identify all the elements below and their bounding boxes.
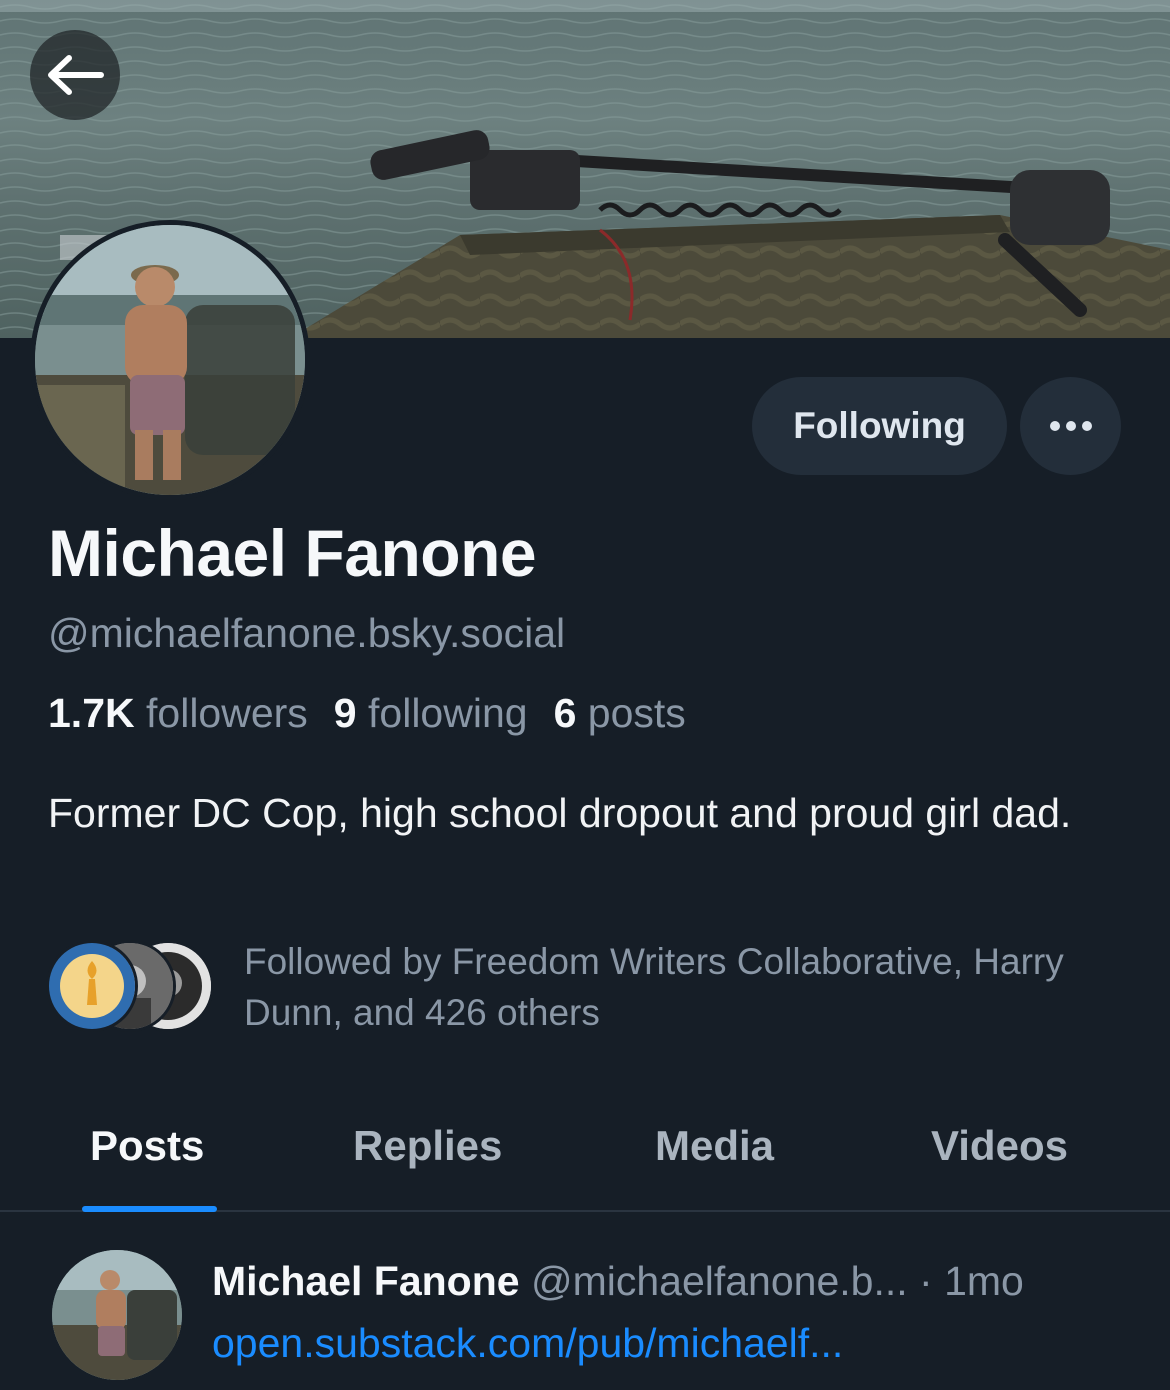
followers-stat[interactable]: 1.7K followers xyxy=(48,690,308,737)
feed-post[interactable]: Michael Fanone @michaelfanone.b... · 1mo… xyxy=(0,1214,1170,1390)
following-stat[interactable]: 9 following xyxy=(334,690,528,737)
profile-handle: @michaelfanone.bsky.social xyxy=(48,610,566,656)
back-button[interactable] xyxy=(30,30,120,120)
post-link[interactable]: open.substack.com/pub/michaelf... xyxy=(212,1320,843,1367)
posts-count: 6 xyxy=(553,690,577,736)
tab-replies[interactable]: Replies xyxy=(353,1122,502,1170)
freedom-writers-avatar xyxy=(46,940,138,1032)
post-avatar-photo xyxy=(52,1250,182,1380)
profile-stats: 1.7K followers 9 following 6 posts xyxy=(48,690,686,737)
following-count: 9 xyxy=(333,690,357,736)
post-author-handle[interactable]: @michaelfanone.b... xyxy=(531,1258,908,1304)
post-timestamp[interactable]: 1mo xyxy=(944,1258,1024,1304)
profile-display-name: Michael Fanone xyxy=(48,516,537,590)
profile-avatar[interactable] xyxy=(30,220,310,500)
tab-posts[interactable]: Posts xyxy=(90,1122,204,1170)
avatar-photo xyxy=(35,225,305,495)
posts-stat: 6 posts xyxy=(554,690,686,737)
following-label: following xyxy=(368,690,528,736)
post-separator: · xyxy=(919,1258,945,1304)
post-author-avatar[interactable] xyxy=(52,1250,182,1380)
more-options-button[interactable] xyxy=(1020,377,1121,475)
followers-count: 1.7K xyxy=(48,690,135,736)
profile-tabs: Posts Replies Media Videos xyxy=(0,1100,1170,1212)
followed-by-text[interactable]: Followed by Freedom Writers Collaborativ… xyxy=(244,936,1124,1038)
arrow-left-icon xyxy=(48,55,104,95)
ellipsis-icon xyxy=(1049,421,1092,431)
following-button[interactable]: Following xyxy=(752,377,1007,475)
tab-videos[interactable]: Videos xyxy=(931,1122,1068,1170)
posts-label: posts xyxy=(587,690,686,736)
tab-media[interactable]: Media xyxy=(655,1122,774,1170)
followed-by-avatars[interactable] xyxy=(46,938,216,1034)
profile-bio: Former DC Cop, high school dropout and p… xyxy=(48,790,1072,836)
post-header: Michael Fanone @michaelfanone.b... · 1mo xyxy=(212,1258,1024,1305)
post-author-name[interactable]: Michael Fanone xyxy=(212,1258,520,1304)
followers-label: followers xyxy=(146,690,308,736)
active-tab-indicator xyxy=(82,1206,217,1212)
